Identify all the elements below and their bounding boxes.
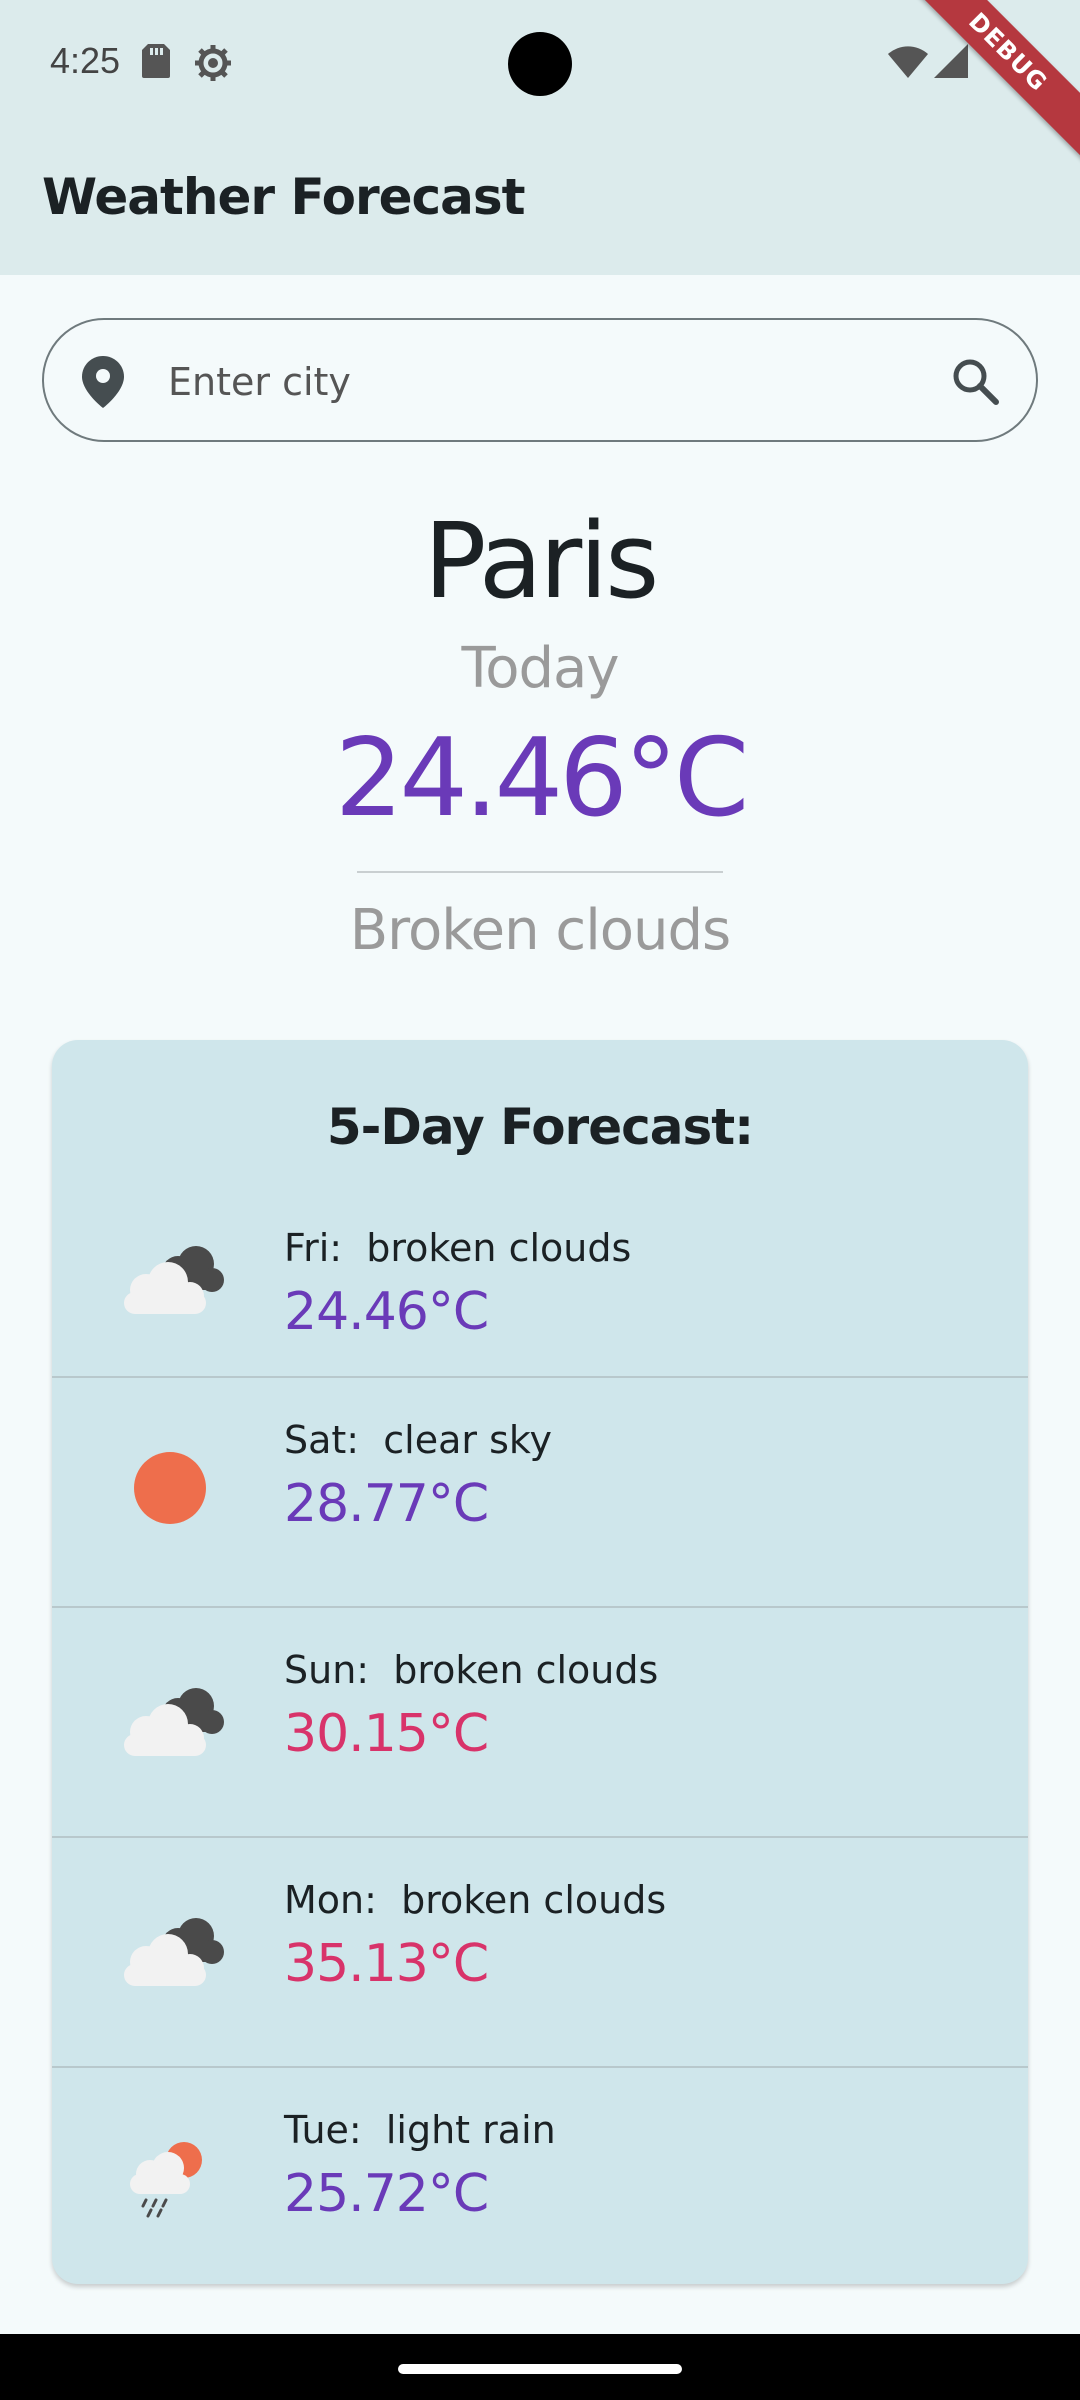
cell-signal-icon — [934, 44, 968, 82]
sun-icon — [132, 1450, 208, 1530]
city-name: Paris — [423, 500, 660, 622]
forecast-row: Sun: broken clouds 30.15°C — [52, 1606, 1028, 1836]
wifi-icon — [888, 46, 928, 82]
city-search-field[interactable] — [42, 318, 1038, 442]
status-time: 4:25 — [50, 40, 121, 81]
forecast-row: Sat: clear sky 28.77°C — [52, 1376, 1028, 1606]
camera-cutout — [508, 32, 572, 96]
forecast-day-text: Mon: broken clouds — [284, 1878, 667, 1922]
forecast-day-text: Fri: broken clouds — [284, 1226, 632, 1270]
settings-gear-icon — [194, 44, 232, 86]
home-gesture-handle[interactable] — [398, 2364, 682, 2374]
forecast-row: Tue: light rain 25.72°C — [52, 2066, 1028, 2284]
current-temperature: 24.46°C — [334, 716, 750, 841]
forecast-day-temp: 24.46°C — [284, 1282, 489, 1342]
city-search-input[interactable] — [168, 350, 948, 414]
search-icon[interactable] — [950, 356, 1000, 410]
forecast-card: 5-Day Forecast: Fri: broken clouds 24.46… — [52, 1040, 1028, 2284]
broken-clouds-icon — [116, 1242, 226, 1322]
forecast-day-temp: 30.15°C — [284, 1704, 489, 1764]
app-title: Weather Forecast — [42, 168, 526, 226]
forecast-day-text: Sun: broken clouds — [284, 1648, 659, 1692]
forecast-row: Mon: broken clouds 35.13°C — [52, 1836, 1028, 2066]
location-pin-icon — [82, 356, 124, 412]
broken-clouds-icon — [116, 1684, 226, 1764]
app-bar: Weather Forecast — [0, 130, 1080, 275]
forecast-day-text: Tue: light rain — [284, 2108, 556, 2152]
light-rain-icon — [126, 2138, 210, 2226]
system-nav-bar — [0, 2334, 1080, 2400]
status-bar: 4:25 — [0, 0, 1080, 130]
forecast-title: 5-Day Forecast: — [326, 1098, 754, 1156]
today-label: Today — [461, 636, 620, 701]
forecast-day-temp: 25.72°C — [284, 2164, 489, 2224]
weather-description: Broken clouds — [349, 898, 731, 963]
forecast-day-temp: 28.77°C — [284, 1474, 489, 1534]
forecast-day-text: Sat: clear sky — [284, 1418, 553, 1462]
sd-card-icon — [142, 44, 170, 82]
forecast-day-temp: 35.13°C — [284, 1934, 489, 1994]
broken-clouds-icon — [116, 1914, 226, 1994]
divider — [357, 871, 723, 873]
